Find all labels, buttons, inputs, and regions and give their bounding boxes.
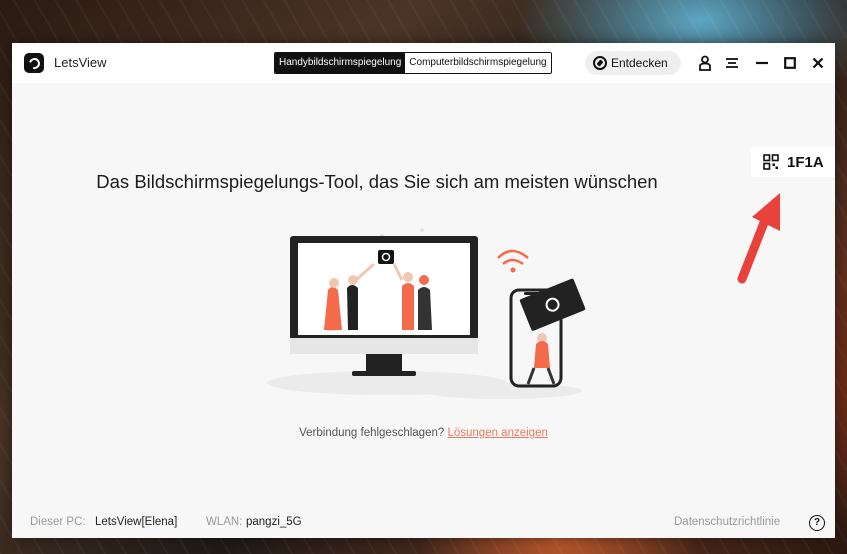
pc-name: LetsView[Elena] bbox=[95, 516, 178, 528]
title-bar: LetsView Handybildschirmspiegelung Compu… bbox=[12, 43, 835, 83]
app-logo-icon bbox=[24, 53, 44, 73]
connection-code: 1F1A bbox=[787, 153, 824, 171]
close-icon[interactable] bbox=[810, 55, 826, 71]
qr-code-badge[interactable]: 1F1A bbox=[751, 147, 835, 177]
discover-label: Entdecken bbox=[611, 56, 668, 70]
connection-failed-text: Verbindung fehlgeschlagen? bbox=[299, 427, 445, 439]
pc-label: Dieser PC: bbox=[30, 516, 86, 528]
red-arrow-annotation bbox=[737, 193, 780, 284]
mirroring-illustration bbox=[267, 228, 586, 399]
tab-computer-mirroring[interactable]: Computerbildschirmspiegelung bbox=[405, 53, 551, 73]
maximize-icon[interactable] bbox=[782, 55, 798, 71]
discover-button[interactable]: Entdecken bbox=[585, 51, 681, 75]
connection-failed-line: Verbindung fehlgeschlagen? Lösungen anze… bbox=[12, 427, 835, 439]
compass-icon bbox=[593, 56, 607, 70]
mode-tabs: Handybildschirmspiegelung Computerbildsc… bbox=[274, 52, 552, 74]
app-name: LetsView bbox=[54, 55, 107, 70]
help-icon[interactable]: ? bbox=[809, 515, 825, 531]
show-solutions-link[interactable]: Lösungen anzeigen bbox=[447, 427, 547, 439]
minimize-icon[interactable] bbox=[754, 55, 770, 71]
qr-code-icon bbox=[763, 154, 779, 170]
wlan-name: pangzi_5G bbox=[246, 516, 302, 528]
wlan-label: WLAN: bbox=[206, 516, 243, 528]
user-icon[interactable] bbox=[697, 55, 713, 71]
menu-icon[interactable] bbox=[724, 55, 740, 71]
status-bar: Dieser PC: LetsView[Elena] WLAN: pangzi_… bbox=[12, 510, 835, 538]
tab-phone-mirroring[interactable]: Handybildschirmspiegelung bbox=[275, 53, 406, 73]
privacy-policy-link[interactable]: Datenschutzrichtlinie bbox=[674, 516, 780, 528]
app-window: LetsView Handybildschirmspiegelung Compu… bbox=[12, 43, 835, 538]
page-headline: Das Bildschirmspiegelungs-Tool, das Sie … bbox=[96, 171, 658, 192]
